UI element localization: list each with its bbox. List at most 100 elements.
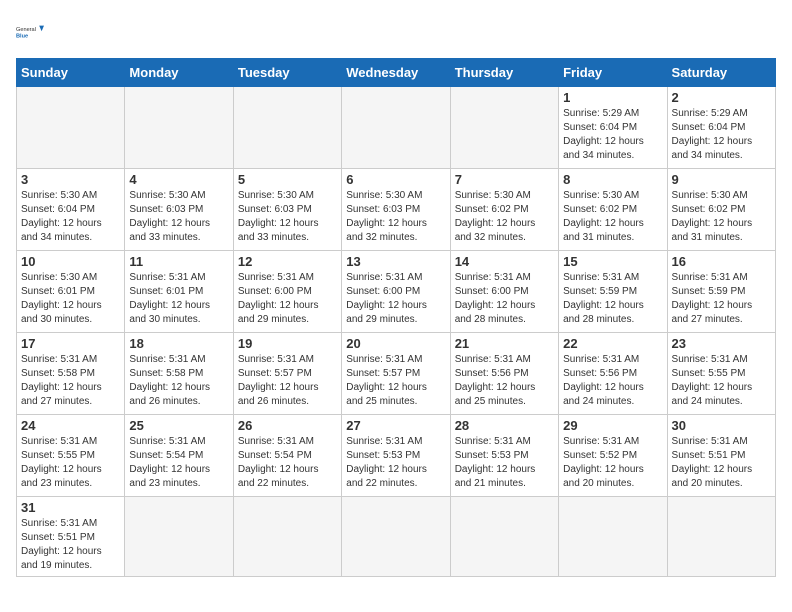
calendar-cell	[667, 497, 775, 577]
day-number: 29	[563, 418, 662, 433]
week-row-3: 10 Sunrise: 5:30 AM Sunset: 6:01 PM Dayli…	[17, 251, 776, 333]
calendar-cell: 16 Sunrise: 5:31 AM Sunset: 5:59 PM Dayli…	[667, 251, 775, 333]
day-info: Sunrise: 5:31 AM Sunset: 5:52 PM Dayligh…	[563, 435, 662, 491]
calendar-cell: 20 Sunrise: 5:31 AM Sunset: 5:57 PM Dayli…	[342, 333, 450, 415]
day-number: 19	[238, 336, 337, 351]
calendar-cell	[450, 497, 558, 577]
calendar-cell	[233, 87, 341, 169]
calendar-cell	[342, 87, 450, 169]
calendar-cell: 7 Sunrise: 5:30 AM Sunset: 6:02 PM Daylig…	[450, 169, 558, 251]
calendar-cell: 21 Sunrise: 5:31 AM Sunset: 5:56 PM Dayli…	[450, 333, 558, 415]
day-info: Sunrise: 5:31 AM Sunset: 5:56 PM Dayligh…	[455, 353, 554, 409]
day-number: 21	[455, 336, 554, 351]
logo: GeneralBlue	[16, 16, 48, 48]
day-number: 2	[672, 90, 771, 105]
day-number: 10	[21, 254, 120, 269]
calendar-cell	[17, 87, 125, 169]
day-info: Sunrise: 5:30 AM Sunset: 6:02 PM Dayligh…	[672, 189, 771, 245]
calendar-cell: 14Sunrise: 5:31 AM Sunset: 6:00 PM Dayli…	[450, 251, 558, 333]
calendar-cell: 22 Sunrise: 5:31 AM Sunset: 5:56 PM Dayli…	[559, 333, 667, 415]
calendar-cell: 1Sunrise: 5:29 AM Sunset: 6:04 PM Daylig…	[559, 87, 667, 169]
day-info: Sunrise: 5:31 AM Sunset: 5:56 PM Dayligh…	[563, 353, 662, 409]
week-row-1: 1Sunrise: 5:29 AM Sunset: 6:04 PM Daylig…	[17, 87, 776, 169]
day-info: Sunrise: 5:31 AM Sunset: 5:58 PM Dayligh…	[21, 353, 120, 409]
day-info: Sunrise: 5:31 AM Sunset: 5:57 PM Dayligh…	[238, 353, 337, 409]
day-info: Sunrise: 5:31 AM Sunset: 5:53 PM Dayligh…	[346, 435, 445, 491]
calendar-cell: 5 Sunrise: 5:30 AM Sunset: 6:03 PM Daylig…	[233, 169, 341, 251]
calendar-cell: 6 Sunrise: 5:30 AM Sunset: 6:03 PM Daylig…	[342, 169, 450, 251]
day-info: Sunrise: 5:31 AM Sunset: 5:55 PM Dayligh…	[672, 353, 771, 409]
day-number: 8	[563, 172, 662, 187]
calendar-cell: 17 Sunrise: 5:31 AM Sunset: 5:58 PM Dayli…	[17, 333, 125, 415]
week-row-6: 31 Sunrise: 5:31 AM Sunset: 5:51 PM Dayli…	[17, 497, 776, 577]
week-row-4: 17 Sunrise: 5:31 AM Sunset: 5:58 PM Dayli…	[17, 333, 776, 415]
calendar-cell: 13 Sunrise: 5:31 AM Sunset: 6:00 PM Dayli…	[342, 251, 450, 333]
day-number: 27	[346, 418, 445, 433]
day-number: 12	[238, 254, 337, 269]
day-number: 1	[563, 90, 662, 105]
calendar-cell: 25 Sunrise: 5:31 AM Sunset: 5:54 PM Dayli…	[125, 415, 233, 497]
day-number: 17	[21, 336, 120, 351]
calendar-cell: 28 Sunrise: 5:31 AM Sunset: 5:53 PM Dayli…	[450, 415, 558, 497]
day-info: Sunrise: 5:31 AM Sunset: 6:01 PM Dayligh…	[129, 271, 228, 327]
day-number: 23	[672, 336, 771, 351]
day-info: Sunrise: 5:31 AM Sunset: 5:58 PM Dayligh…	[129, 353, 228, 409]
day-info: Sunrise: 5:31 AM Sunset: 5:59 PM Dayligh…	[563, 271, 662, 327]
weekday-header-friday: Friday	[559, 59, 667, 87]
day-info: Sunrise: 5:30 AM Sunset: 6:03 PM Dayligh…	[129, 189, 228, 245]
day-info: Sunrise: 5:30 AM Sunset: 6:03 PM Dayligh…	[238, 189, 337, 245]
calendar-cell	[233, 497, 341, 577]
day-number: 30	[672, 418, 771, 433]
day-number: 5	[238, 172, 337, 187]
calendar-cell: 29 Sunrise: 5:31 AM Sunset: 5:52 PM Dayli…	[559, 415, 667, 497]
calendar-cell: 9 Sunrise: 5:30 AM Sunset: 6:02 PM Daylig…	[667, 169, 775, 251]
calendar-cell: 24 Sunrise: 5:31 AM Sunset: 5:55 PM Dayli…	[17, 415, 125, 497]
day-number: 28	[455, 418, 554, 433]
day-info: Sunrise: 5:31 AM Sunset: 5:54 PM Dayligh…	[238, 435, 337, 491]
week-row-5: 24 Sunrise: 5:31 AM Sunset: 5:55 PM Dayli…	[17, 415, 776, 497]
day-number: 25	[129, 418, 228, 433]
day-number: 14	[455, 254, 554, 269]
calendar-cell	[450, 87, 558, 169]
day-number: 3	[21, 172, 120, 187]
day-number: 22	[563, 336, 662, 351]
general-blue-logo-icon: GeneralBlue	[16, 16, 48, 48]
day-info: Sunrise: 5:30 AM Sunset: 6:01 PM Dayligh…	[21, 271, 120, 327]
day-info: Sunrise: 5:31 AM Sunset: 5:51 PM Dayligh…	[21, 517, 120, 573]
calendar-cell: 11Sunrise: 5:31 AM Sunset: 6:01 PM Dayli…	[125, 251, 233, 333]
calendar-cell: 4Sunrise: 5:30 AM Sunset: 6:03 PM Daylig…	[125, 169, 233, 251]
weekday-header-saturday: Saturday	[667, 59, 775, 87]
day-number: 9	[672, 172, 771, 187]
day-info: Sunrise: 5:31 AM Sunset: 6:00 PM Dayligh…	[346, 271, 445, 327]
day-number: 7	[455, 172, 554, 187]
calendar-cell: 26 Sunrise: 5:31 AM Sunset: 5:54 PM Dayli…	[233, 415, 341, 497]
day-info: Sunrise: 5:31 AM Sunset: 5:59 PM Dayligh…	[672, 271, 771, 327]
weekday-header-tuesday: Tuesday	[233, 59, 341, 87]
calendar-cell: 10 Sunrise: 5:30 AM Sunset: 6:01 PM Dayli…	[17, 251, 125, 333]
calendar-cell	[125, 497, 233, 577]
calendar-cell: 30 Sunrise: 5:31 AM Sunset: 5:51 PM Dayli…	[667, 415, 775, 497]
weekday-header-monday: Monday	[125, 59, 233, 87]
svg-text:General: General	[16, 27, 36, 33]
calendar-cell: 2Sunrise: 5:29 AM Sunset: 6:04 PM Daylig…	[667, 87, 775, 169]
day-info: Sunrise: 5:31 AM Sunset: 5:53 PM Dayligh…	[455, 435, 554, 491]
day-number: 13	[346, 254, 445, 269]
calendar-cell: 8Sunrise: 5:30 AM Sunset: 6:02 PM Daylig…	[559, 169, 667, 251]
calendar-cell: 27 Sunrise: 5:31 AM Sunset: 5:53 PM Dayli…	[342, 415, 450, 497]
day-info: Sunrise: 5:31 AM Sunset: 5:51 PM Dayligh…	[672, 435, 771, 491]
day-info: Sunrise: 5:30 AM Sunset: 6:03 PM Dayligh…	[346, 189, 445, 245]
day-info: Sunrise: 5:31 AM Sunset: 5:55 PM Dayligh…	[21, 435, 120, 491]
day-info: Sunrise: 5:31 AM Sunset: 5:54 PM Dayligh…	[129, 435, 228, 491]
week-row-2: 3 Sunrise: 5:30 AM Sunset: 6:04 PM Daylig…	[17, 169, 776, 251]
day-number: 20	[346, 336, 445, 351]
calendar-cell: 15 Sunrise: 5:31 AM Sunset: 5:59 PM Dayli…	[559, 251, 667, 333]
day-number: 16	[672, 254, 771, 269]
day-number: 6	[346, 172, 445, 187]
day-number: 31	[21, 500, 120, 515]
day-info: Sunrise: 5:31 AM Sunset: 5:57 PM Dayligh…	[346, 353, 445, 409]
day-info: Sunrise: 5:30 AM Sunset: 6:04 PM Dayligh…	[21, 189, 120, 245]
day-number: 26	[238, 418, 337, 433]
day-number: 24	[21, 418, 120, 433]
day-number: 15	[563, 254, 662, 269]
day-info: Sunrise: 5:30 AM Sunset: 6:02 PM Dayligh…	[455, 189, 554, 245]
